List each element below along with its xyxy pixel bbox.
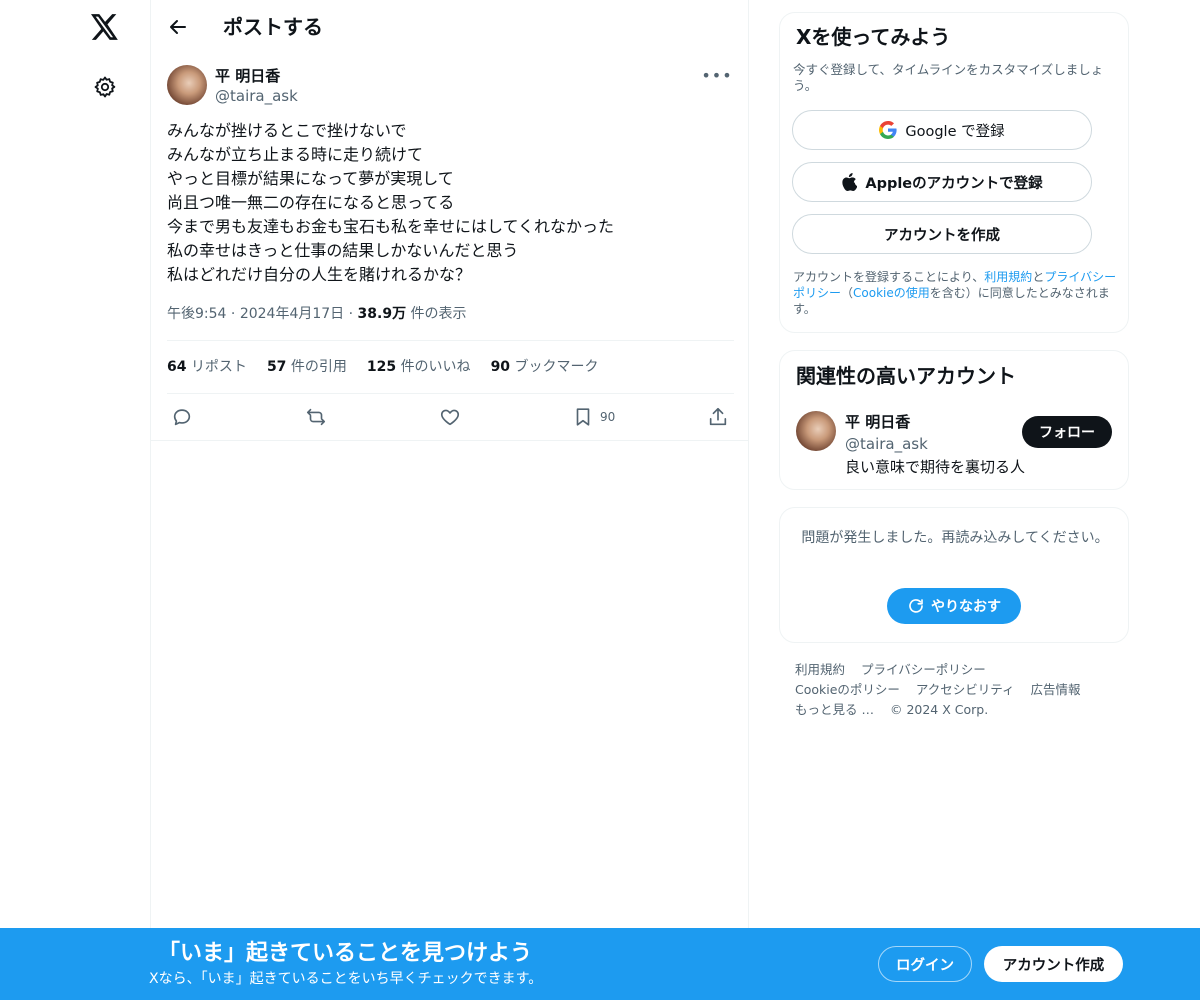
bottom-signup-bar: 「いま」起きていることを見つけよう Xなら、「いま」起きていることをいち早くチェ… (0, 928, 1200, 1000)
repost-button[interactable] (304, 404, 328, 430)
divider (167, 340, 734, 341)
signup-card: Xを使ってみよう 今すぐ登録して、タイムラインをカスタマイズしましょう。 Goo… (779, 12, 1129, 333)
likes-stat[interactable]: 125 件のいいね (367, 357, 471, 377)
post-line: やっと目標が結果になって夢が実現して (167, 169, 454, 188)
more-options-icon[interactable]: ••• (701, 65, 733, 85)
apple-signup-label: Appleのアカウントで登録 (865, 175, 1043, 192)
share-button[interactable] (707, 404, 729, 430)
terms-text: アカウントを登録することにより、 (793, 270, 985, 284)
post-line: みんなが立ち止まる時に走り続けて (167, 145, 424, 164)
post-line: みんなが挫けるとこで挫けないで (167, 121, 407, 140)
google-icon (879, 121, 897, 139)
back-arrow-icon[interactable] (161, 10, 195, 44)
views-label: 件の表示 (410, 306, 467, 322)
signup-terms: アカウントを登録することにより、利用規約とプライバシーポリシー（Cookieの使… (793, 269, 1120, 317)
apple-signup-button[interactable]: Appleのアカウントで登録 (792, 162, 1092, 202)
account-handle[interactable]: @taira_ask (845, 434, 928, 454)
like-button[interactable] (439, 404, 461, 430)
post-line: 今まで男も友達もお金も宝石も私を幸せにはしてくれなかった (167, 217, 615, 236)
avatar[interactable] (167, 65, 207, 105)
follow-button[interactable]: フォロー (1022, 416, 1112, 448)
post-line: 尚且つ唯一無二の存在になると思ってる (167, 193, 455, 212)
post-text: みんなが挫けるとこで挫けないで みんなが立ち止まる時に走り続けて やっと目標が結… (167, 119, 733, 287)
footer-links: 利用規約 プライバシーポリシー Cookieのポリシー アクセシビリティ 広告情… (795, 660, 1125, 720)
bookmark-icon (576, 408, 590, 426)
post-actions: 90 (151, 394, 749, 441)
post-date[interactable]: 2024年4月17日 (240, 306, 344, 322)
heart-icon (440, 409, 460, 426)
footer-more-link[interactable]: もっと見る … (795, 702, 874, 717)
bottom-bar-subtitle: Xなら、「いま」起きていることをいち早くチェックできます。 (149, 971, 543, 987)
bookmark-count: 90 (600, 410, 616, 424)
page: ポストする 平 明日香 @taira_ask ••• みんなが挫けるとこで挫けな… (0, 0, 1200, 1000)
google-signup-label: Google で登録 (905, 123, 1005, 140)
account-bio: 良い意味で期待を裏切る人 (845, 458, 1026, 476)
views-count: 38.9万 (357, 306, 407, 322)
refresh-icon (909, 599, 923, 613)
author-name[interactable]: 平 明日香 (215, 66, 280, 86)
footer-link[interactable]: 広告情報 (1031, 682, 1081, 697)
signup-title: Xを使ってみよう (796, 25, 951, 49)
footer-link[interactable]: アクセシビリティ (916, 682, 1015, 697)
post-author: 平 明日香 @taira_ask ••• (167, 65, 733, 109)
post-stats: 64 リポスト 57 件の引用 125 件のいいね 90 ブックマーク (167, 357, 599, 377)
error-message: 問題が発生しました。再読み込みしてください。 (801, 530, 1109, 546)
avatar[interactable] (796, 411, 836, 451)
bookmark-button[interactable]: 90 (572, 404, 615, 430)
quotes-stat[interactable]: 57 件の引用 (267, 357, 347, 377)
post-meta: 午後9:54 · 2024年4月17日 · 38.9万 件の表示 (167, 304, 467, 324)
reply-button[interactable] (171, 404, 193, 430)
author-handle[interactable]: @taira_ask (215, 86, 298, 106)
login-button[interactable]: ログイン (878, 946, 972, 982)
share-icon (709, 407, 727, 426)
create-account-label: アカウントを作成 (884, 227, 1000, 244)
main-column: ポストする 平 明日香 @taira_ask ••• みんなが挫けるとこで挫けな… (150, 0, 749, 1000)
footer-link[interactable]: プライバシーポリシー (861, 662, 986, 677)
bottom-bar-title: 「いま」起きていることを見つけよう (158, 941, 533, 966)
gear-icon[interactable] (83, 65, 127, 109)
terms-link[interactable]: 利用規約 (984, 270, 1032, 284)
signup-subtitle: 今すぐ登録して、タイムラインをカスタマイズしましょう。 (793, 62, 1104, 93)
related-accounts-card: 関連性の高いアカウント 平 明日香 @taira_ask 良い意味で期待を裏切る… (779, 350, 1129, 490)
footer-link[interactable]: 利用規約 (795, 662, 845, 677)
terms-text: （ (841, 286, 854, 300)
page-title: ポストする (223, 15, 323, 39)
post-time[interactable]: 午後9:54 (167, 306, 226, 322)
signup-button[interactable]: アカウント作成 (984, 946, 1123, 982)
reply-icon (173, 409, 191, 426)
create-account-button[interactable]: アカウントを作成 (792, 214, 1092, 254)
retry-button[interactable]: やりなおす (887, 588, 1021, 624)
x-logo-icon[interactable] (83, 5, 127, 49)
left-nav (0, 0, 150, 1000)
post-line: 私の幸せはきっと仕事の結果しかないんだと思う (167, 241, 519, 260)
google-signup-button[interactable]: Google で登録 (792, 110, 1092, 150)
cookie-link[interactable]: Cookieの使用 (853, 286, 930, 300)
post-line: 私はどれだけ自分の人生を賭けれるかな？ (167, 265, 472, 284)
apple-icon (842, 173, 858, 191)
related-title: 関連性の高いアカウント (796, 364, 1016, 388)
bookmarks-stat[interactable]: 90 ブックマーク (491, 357, 599, 377)
copyright: © 2024 X Corp. (889, 702, 989, 717)
meta-separator: · (230, 306, 236, 322)
terms-text: と (1032, 270, 1045, 284)
account-name[interactable]: 平 明日香 (845, 412, 910, 432)
reposts-stat[interactable]: 64 リポスト (167, 357, 247, 377)
error-card: 問題が発生しました。再読み込みしてください。 やりなおす (779, 507, 1129, 643)
header: ポストする (151, 0, 749, 54)
meta-separator: · (348, 306, 354, 322)
retry-label: やりなおす (931, 599, 1001, 615)
footer-link[interactable]: Cookieのポリシー (795, 682, 900, 697)
repost-icon (306, 408, 326, 426)
